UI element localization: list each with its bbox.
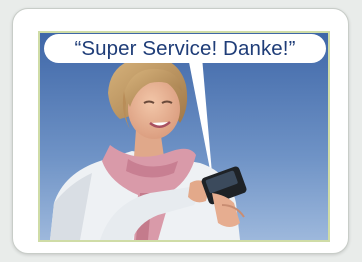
quote-speech-bubble: “Super Service! Danke!” — [44, 34, 326, 63]
photo-illustration — [40, 33, 328, 240]
quote-text: “Super Service! Danke!” — [74, 36, 296, 60]
